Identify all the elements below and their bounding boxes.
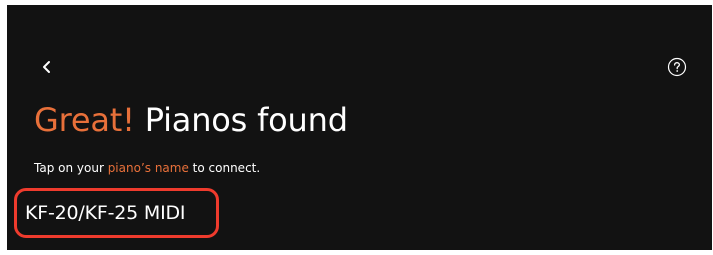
back-button[interactable] [36,56,58,78]
title-accent: Great! [34,101,135,139]
instruction-text: Tap on your piano’s name to connect. [34,160,260,176]
device-name: KF-20/KF-25 MIDI [25,202,186,224]
help-button[interactable] [666,56,688,78]
app-screen: Great! Pianos found Tap on your piano’s … [7,5,712,250]
device-list-item[interactable]: KF-20/KF-25 MIDI [14,188,219,238]
question-circle-icon [667,57,687,77]
instruction-accent: piano’s name [107,161,189,175]
page-title: Great! Pianos found [34,100,348,140]
instruction-suffix: to connect. [188,161,261,175]
instruction-prefix: Tap on your [34,161,108,175]
chevron-left-icon [43,61,50,73]
title-text: Pianos found [134,101,348,139]
